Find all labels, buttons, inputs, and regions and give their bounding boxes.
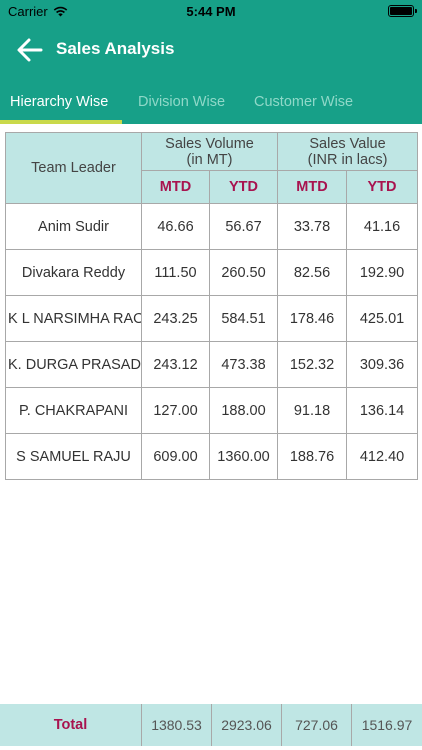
value-mtd-cell: 152.32 xyxy=(277,341,348,388)
arrow-left-icon xyxy=(17,38,43,62)
totals-bar: Total 1380.53 2923.06 727.06 1516.97 xyxy=(0,704,422,746)
volume-ytd-cell: 56.67 xyxy=(208,203,279,250)
volume-ytd-header: YTD xyxy=(208,170,279,204)
sales-volume-header: Sales Volume (in MT) xyxy=(140,132,279,171)
total-volume-mtd: 1380.53 xyxy=(141,704,211,746)
volume-mtd-cell: 111.50 xyxy=(141,249,210,296)
volume-mtd-cell: 609.00 xyxy=(141,433,210,480)
value-ytd-cell: 425.01 xyxy=(346,295,419,342)
value-ytd-cell: 41.16 xyxy=(346,203,419,250)
volume-mtd-header: MTD xyxy=(141,170,210,204)
total-value-ytd: 1516.97 xyxy=(351,704,422,746)
team-leader-header: Team Leader xyxy=(5,132,142,204)
page-title: Sales Analysis xyxy=(56,39,175,58)
table-row[interactable]: S SAMUEL RAJU 609.00 1360.00 188.76 412.… xyxy=(5,433,419,480)
volume-ytd-cell: 260.50 xyxy=(208,249,279,296)
table-row[interactable]: K. DURGA PRASAD 243.12 473.38 152.32 309… xyxy=(5,341,419,388)
team-leader-name: Anim Sudir xyxy=(5,203,142,250)
team-leader-name: P. CHAKRAPANI xyxy=(5,387,142,434)
value-mtd-cell: 188.76 xyxy=(277,433,348,480)
table-row[interactable]: Divakara Reddy 111.50 260.50 82.56 192.9… xyxy=(5,249,419,296)
value-mtd-header: MTD xyxy=(277,170,348,204)
volume-ytd-cell: 584.51 xyxy=(208,295,279,342)
value-mtd-cell: 82.56 xyxy=(277,249,348,296)
team-leader-name: K L NARSIMHA RAO xyxy=(5,295,142,342)
volume-ytd-cell: 188.00 xyxy=(208,387,279,434)
value-mtd-cell: 91.18 xyxy=(277,387,348,434)
status-bar: Carrier 5:44 PM xyxy=(0,0,422,22)
volume-mtd-cell: 46.66 xyxy=(141,203,210,250)
sales-value-header: Sales Value (INR in lacs) xyxy=(277,132,419,171)
sales-value-title: Sales Value xyxy=(309,135,386,152)
sales-value-unit: (INR in lacs) xyxy=(307,151,388,168)
volume-mtd-cell: 127.00 xyxy=(141,387,210,434)
value-mtd-cell: 33.78 xyxy=(277,203,348,250)
volume-ytd-cell: 473.38 xyxy=(208,341,279,388)
value-ytd-cell: 309.36 xyxy=(346,341,419,388)
team-leader-name: K. DURGA PRASAD xyxy=(5,341,142,388)
sales-volume-title: Sales Volume xyxy=(165,135,254,152)
total-label: Total xyxy=(53,717,88,733)
app-header: Sales Analysis xyxy=(0,22,422,78)
total-volume-ytd: 2923.06 xyxy=(211,704,281,746)
table-row[interactable]: P. CHAKRAPANI 127.00 188.00 91.18 136.14 xyxy=(5,387,419,434)
tab-division-wise[interactable]: Division Wise xyxy=(138,94,225,110)
back-button[interactable] xyxy=(14,34,46,66)
volume-mtd-cell: 243.25 xyxy=(141,295,210,342)
sales-volume-unit: (in MT) xyxy=(186,151,233,168)
active-tab-indicator xyxy=(0,120,122,124)
volume-ytd-cell: 1360.00 xyxy=(208,433,279,480)
volume-mtd-cell: 243.12 xyxy=(141,341,210,388)
sales-table: Team Leader Sales Volume (in MT) Sales V… xyxy=(5,132,419,480)
tab-hierarchy-wise[interactable]: Hierarchy Wise xyxy=(10,94,108,110)
value-mtd-cell: 178.46 xyxy=(277,295,348,342)
value-ytd-cell: 136.14 xyxy=(346,387,419,434)
table-row[interactable]: Anim Sudir 46.66 56.67 33.78 41.16 xyxy=(5,203,419,250)
bottom-spacer xyxy=(0,746,422,750)
team-leader-name: Divakara Reddy xyxy=(5,249,142,296)
battery-icon xyxy=(388,5,417,17)
team-leader-name: S SAMUEL RAJU xyxy=(5,433,142,480)
table-row[interactable]: K L NARSIMHA RAO 243.25 584.51 178.46 42… xyxy=(5,295,419,342)
tab-bar: Hierarchy Wise Division Wise Customer Wi… xyxy=(0,78,422,124)
value-ytd-cell: 412.40 xyxy=(346,433,419,480)
value-ytd-header: YTD xyxy=(346,170,419,204)
value-ytd-cell: 192.90 xyxy=(346,249,419,296)
status-time: 5:44 PM xyxy=(186,4,236,19)
total-value-mtd: 727.06 xyxy=(281,704,351,746)
tab-customer-wise[interactable]: Customer Wise xyxy=(254,94,353,110)
